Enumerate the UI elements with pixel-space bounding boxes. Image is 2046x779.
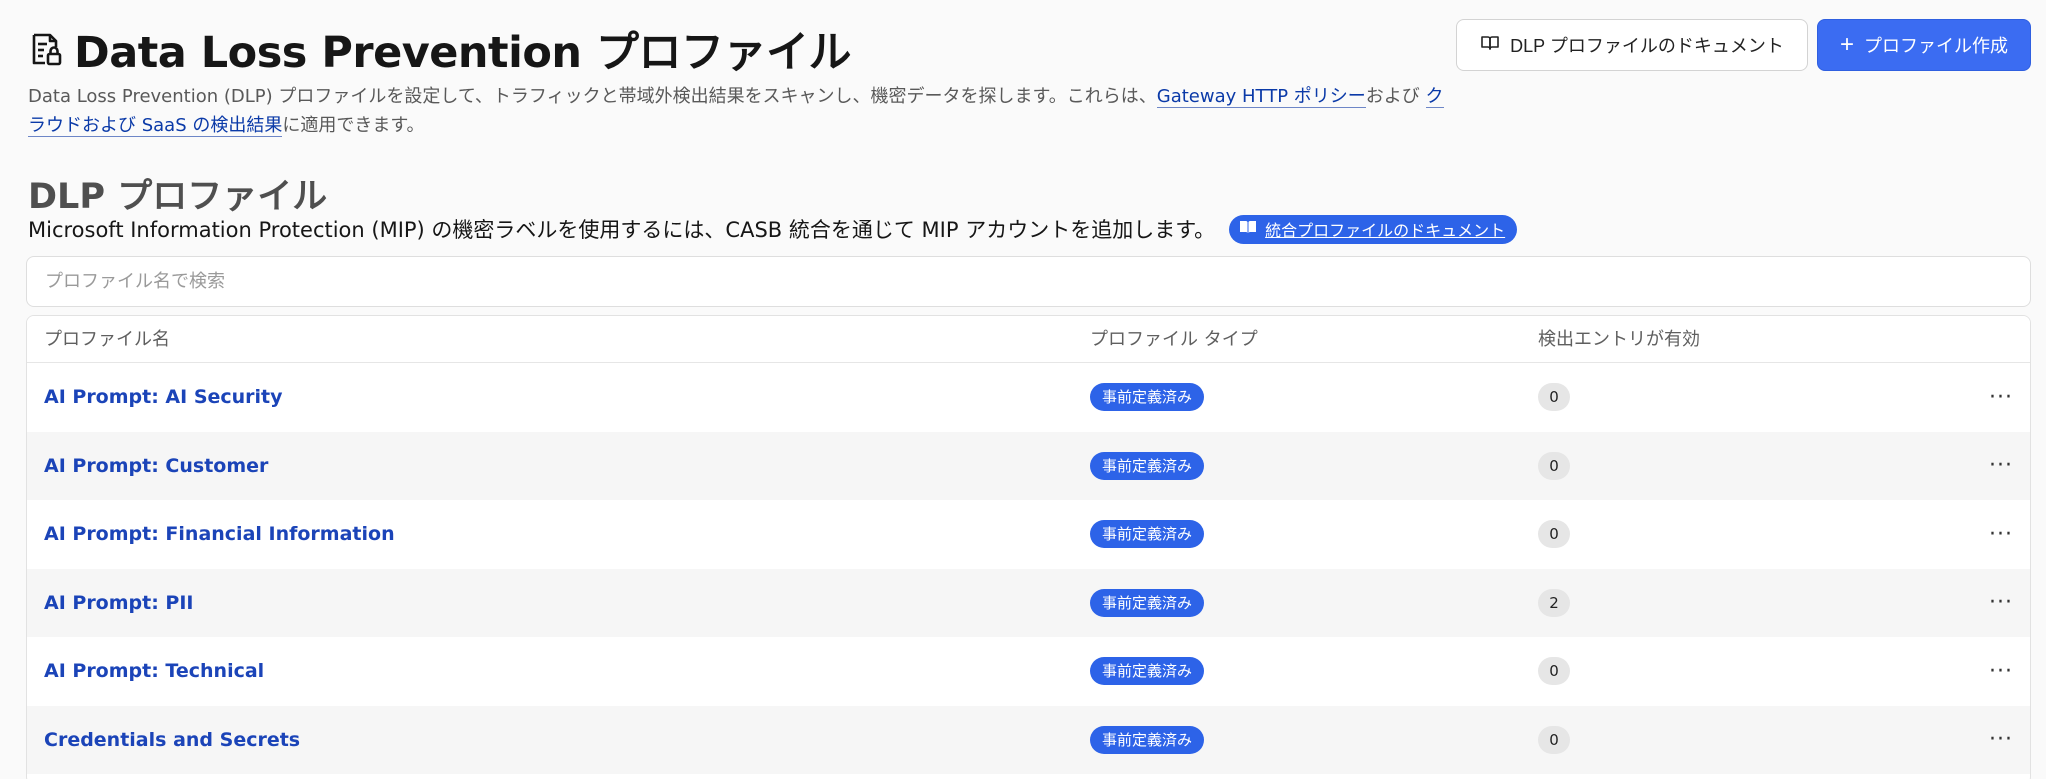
dlp-profile-docs-button[interactable]: DLP プロファイルのドキュメント [1456,19,1808,71]
section-title: DLP プロファイル [28,177,328,217]
row-actions-menu-icon[interactable]: ··· [1983,516,2019,552]
detection-count-badge: 0 [1538,383,1570,412]
book-icon [1239,219,1257,239]
dlp-profile-docs-label: DLP プロファイルのドキュメント [1510,36,1784,56]
profile-name-link[interactable]: Credentials and Secrets [44,729,300,751]
dlp-profiles-page: Data Loss Prevention プロファイル Data Loss Pr… [0,0,2046,779]
row-actions-menu-icon[interactable]: ··· [1983,379,2019,415]
table-row: AI Prompt: Financial Information 事前定義済み … [27,500,2030,569]
detection-count-badge: 0 [1538,657,1570,686]
document-lock-icon [28,31,64,67]
table-row: AI Prompt: PII 事前定義済み 2 ··· [27,568,2030,637]
profile-type-badge: 事前定義済み [1090,657,1205,686]
profile-type-badge: 事前定義済み [1090,725,1205,754]
profile-name-link[interactable]: AI Prompt: Technical [44,660,264,682]
table-row: AI Prompt: Customer 事前定義済み 0 ··· [27,431,2030,500]
profile-name-link[interactable]: AI Prompt: PII [44,592,194,614]
page-title: Data Loss Prevention プロファイル [74,28,851,78]
page-header: Data Loss Prevention プロファイル [28,18,851,80]
profile-type-badge: 事前定義済み [1090,451,1205,480]
detection-count-badge: 0 [1538,451,1570,480]
profile-name-link[interactable]: AI Prompt: Financial Information [44,523,395,545]
description-suffix: に適用できます。 [282,115,425,136]
profiles-table: プロファイル名 プロファイル タイプ 検出エントリが有効 AI Prompt: … [26,315,2031,779]
profile-type-badge: 事前定義済み [1090,520,1205,549]
column-header-profile-type[interactable]: プロファイル タイプ [1090,316,1258,363]
integration-profile-docs-label: 統合プロファイルのドキュメント [1265,221,1506,240]
plus-icon: + [1839,31,1854,58]
profile-type-badge: 事前定義済み [1090,383,1205,412]
create-profile-button[interactable]: + プロファイル作成 [1817,19,2031,71]
detection-count-badge: 2 [1538,588,1570,617]
column-header-detections-enabled[interactable]: 検出エントリが有効 [1538,316,1700,363]
mip-info-row: Microsoft Information Protection (MIP) の… [28,214,1518,244]
gateway-http-policy-link[interactable]: Gateway HTTP ポリシー [1156,86,1366,108]
profile-type-badge: 事前定義済み [1090,588,1205,617]
detection-count-badge: 0 [1538,725,1570,754]
row-actions-menu-icon[interactable]: ··· [1983,653,2019,689]
table-row: Credentials and Secrets 事前定義済み 0 ··· [27,705,2030,774]
integration-profile-docs-link[interactable]: 統合プロファイルのドキュメント [1229,214,1518,244]
column-header-profile-name[interactable]: プロファイル名 [44,316,170,363]
row-actions-menu-icon[interactable]: ··· [1983,722,2019,758]
table-header: プロファイル名 プロファイル タイプ 検出エントリが有効 [27,316,2030,363]
detection-count-badge: 0 [1538,520,1570,549]
profile-name-link[interactable]: AI Prompt: AI Security [44,386,283,408]
page-description: Data Loss Prevention (DLP) プロファイルを設定して、ト… [28,82,1448,140]
description-mid: および [1365,86,1426,107]
profile-search-input[interactable] [26,256,2031,307]
row-actions-menu-icon[interactable]: ··· [1983,448,2019,484]
table-row: AI Prompt: AI Security 事前定義済み 0 ··· [27,363,2030,432]
book-icon [1480,34,1500,57]
description-prefix: Data Loss Prevention (DLP) プロファイルを設定して、ト… [28,86,1157,107]
table-row: AI Prompt: Technical 事前定義済み 0 ··· [27,637,2030,706]
create-profile-label: プロファイル作成 [1864,36,2008,56]
mip-info-text: Microsoft Information Protection (MIP) の… [28,218,1216,242]
profile-name-link[interactable]: AI Prompt: Customer [44,455,268,477]
table-body: AI Prompt: AI Security 事前定義済み 0 ··· AI P… [27,363,2030,774]
row-actions-menu-icon[interactable]: ··· [1983,585,2019,621]
